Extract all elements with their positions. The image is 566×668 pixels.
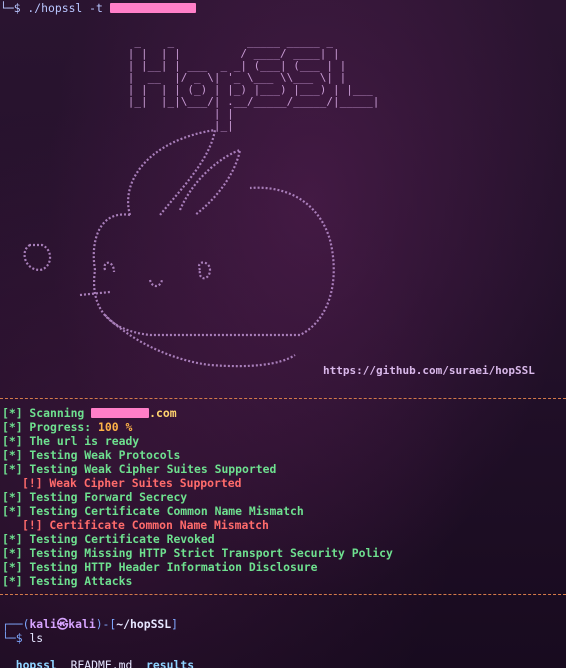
progress-label: [*] Progress: [2, 420, 99, 434]
redacted-target [109, 3, 196, 13]
cmd-prefix: └─$ [2, 631, 30, 645]
top-command-line: └─$ ./hopssl -t [0, 1, 196, 15]
scan-status-line: [*] Testing Attacks [2, 574, 133, 588]
prompt-path: ~/hopSSL [116, 617, 172, 631]
scan-warning-line: [!] Certificate Common Name Mismatch [22, 518, 269, 532]
separator-top [0, 398, 566, 399]
scan-status-line: [*] Testing Forward Secrecy [2, 490, 188, 504]
prompt-open: ┌──( [2, 617, 30, 631]
separator-bottom [0, 594, 566, 595]
file-readme[interactable]: README.md [71, 658, 133, 668]
scan-status-line: [*] The url is ready [2, 434, 140, 448]
redacted-domain [91, 408, 150, 418]
scan-status-line: [*] Testing Certificate Common Name Mism… [2, 504, 304, 518]
scan-status-line: [*] Testing Missing HTTP Strict Transpor… [2, 546, 393, 560]
prompt-close: ] [171, 617, 179, 631]
progress-value: 100 % [98, 420, 133, 434]
scan-status-line: [*] Testing Weak Protocols [2, 448, 181, 462]
github-url[interactable]: https://github.com/suraei/hopSSL [323, 364, 535, 378]
ls-command: ls [29, 631, 44, 645]
scan-status-line: [*] Testing Certificate Revoked [2, 532, 215, 546]
scan-warning-line: [!] Weak Cipher Suites Supported [22, 476, 242, 490]
ls-output: hopssl README.md results [2, 644, 194, 668]
prompt-mid: )-[ [95, 617, 117, 631]
ls-command-line: └─$ ls [2, 631, 43, 645]
domain-suffix: .com [149, 406, 177, 420]
scan-target-line: [*] Scanning .com [2, 406, 177, 420]
hopssl-ascii-banner: _ _ _____ _____ _ | | | | / ____/ ____| … [88, 36, 380, 132]
shell-prompt: ┌──(kali㉿kali)-[~/hopSSL] [2, 617, 178, 631]
scan-label: [*] Scanning [2, 406, 92, 420]
scan-status-line: [*] Testing HTTP Header Information Disc… [2, 560, 318, 574]
prompt-user: kali㉿kali [29, 617, 96, 631]
scan-status-line: [*] Testing Weak Cipher Suites Supported [2, 462, 277, 476]
command-text: └─$ ./hopssl -t [0, 1, 110, 15]
progress-line: [*] Progress: 100 % [2, 420, 132, 434]
bunny-ascii-art [23, 128, 335, 368]
file-hopssl[interactable]: hopssl [16, 658, 57, 668]
folder-results[interactable]: results [146, 658, 194, 668]
